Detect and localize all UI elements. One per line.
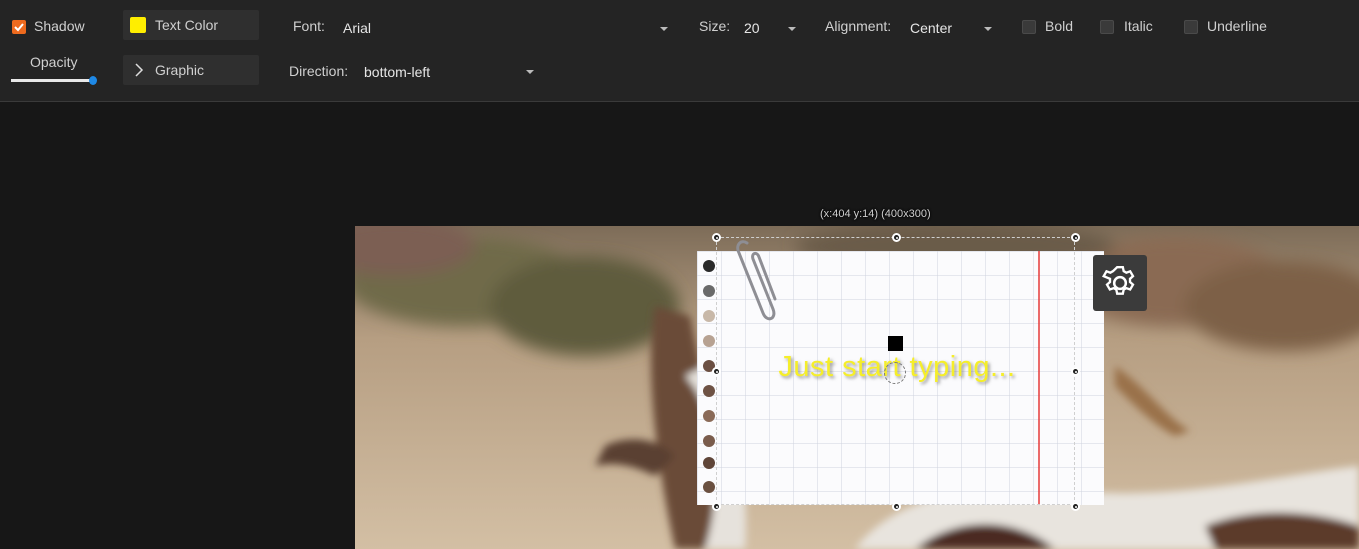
chevron-right-icon — [135, 63, 144, 77]
size-label: Size: — [699, 18, 731, 34]
text-toolbar: Shadow Text Color Font: Arial Size: 20 A… — [0, 0, 1359, 102]
graphic-button[interactable]: Graphic — [123, 55, 259, 85]
settings-button[interactable] — [1093, 255, 1147, 311]
italic-label: Italic — [1124, 18, 1153, 34]
resize-handle-top-right[interactable] — [1071, 233, 1080, 242]
bold-checkbox[interactable] — [1022, 20, 1036, 34]
opacity-thumb[interactable] — [89, 76, 98, 85]
gear-icon — [1101, 266, 1135, 295]
bold-label: Bold — [1045, 18, 1074, 34]
center-anchor[interactable] — [884, 362, 906, 384]
chevron-down-icon — [660, 27, 668, 31]
shadow-label: Shadow — [34, 18, 85, 34]
underline-checkbox[interactable] — [1184, 20, 1198, 34]
alignment-label: Alignment: — [825, 18, 892, 34]
italic-checkbox[interactable] — [1100, 20, 1114, 34]
checkmark-icon — [14, 23, 24, 32]
resize-handle-bottom-left[interactable] — [712, 502, 721, 511]
direction-value: bottom-left — [364, 64, 431, 80]
size-value: 20 — [744, 20, 760, 36]
opacity-slider[interactable] — [11, 76, 98, 86]
rotate-handle[interactable] — [888, 336, 903, 351]
text-color-swatch — [130, 17, 146, 33]
font-dropdown[interactable]: Arial — [338, 14, 678, 40]
underline-label: Underline — [1207, 18, 1267, 34]
alignment-dropdown[interactable]: Center — [904, 14, 1000, 40]
font-value: Arial — [343, 20, 372, 36]
resize-handle-top-left[interactable] — [712, 233, 721, 242]
opacity-fill — [11, 79, 92, 82]
font-label: Font: — [293, 18, 325, 34]
chevron-down-icon — [984, 27, 992, 31]
resize-handle-right[interactable] — [1071, 367, 1080, 376]
resize-handle-bottom-right[interactable] — [1071, 502, 1080, 511]
chevron-down-icon — [788, 27, 796, 31]
text-color-label: Text Color — [155, 17, 219, 33]
resize-handle-left[interactable] — [712, 367, 721, 376]
direction-dropdown[interactable]: bottom-left — [358, 58, 542, 84]
coords-readout: (x:404 y:14) (400x300) — [820, 208, 931, 220]
graphic-label: Graphic — [155, 62, 205, 78]
opacity-label: Opacity — [30, 54, 78, 70]
resize-handle-top[interactable] — [892, 233, 901, 242]
text-color-button[interactable]: Text Color — [123, 10, 259, 40]
chevron-down-icon — [526, 70, 534, 74]
resize-handle-bottom[interactable] — [892, 502, 901, 511]
direction-label: Direction: — [289, 63, 349, 79]
size-dropdown[interactable]: 20 — [738, 14, 806, 40]
alignment-value: Center — [910, 20, 953, 36]
shadow-checkbox[interactable] — [12, 20, 26, 34]
